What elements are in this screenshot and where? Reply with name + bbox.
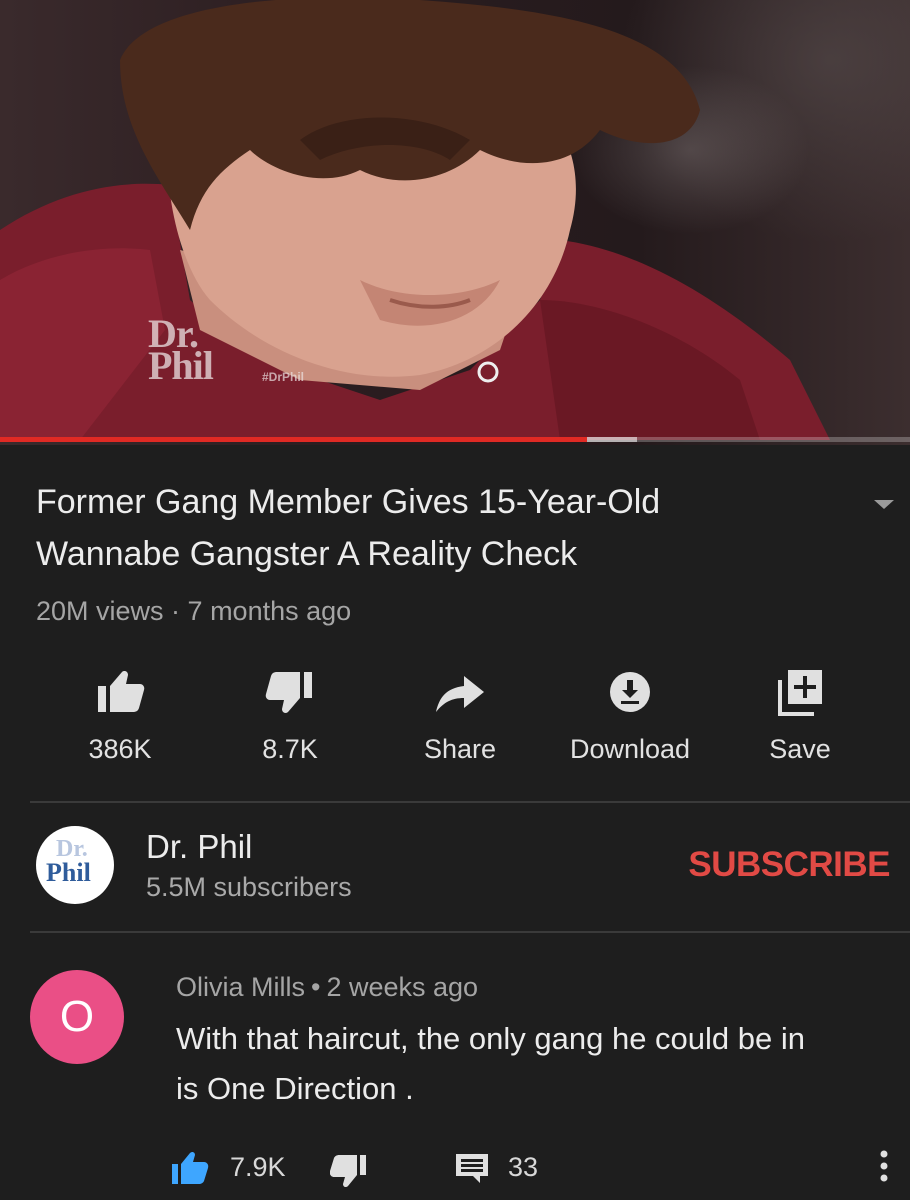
section-divider: [30, 801, 910, 803]
comment-body: With that haircut, the only gang he coul…: [176, 1014, 896, 1114]
share-icon: [436, 676, 484, 712]
video-player[interactable]: Dr. Phil #DrPhil: [0, 0, 910, 445]
dislike-count: 8.7K: [262, 734, 318, 764]
save-label: Save: [769, 734, 831, 764]
meta-separator: ·: [163, 596, 188, 626]
comment-like-count: 7.9K: [230, 1152, 286, 1182]
comment-age: 2 weeks ago: [326, 972, 479, 1002]
watermark-hashtag: #DrPhil: [262, 370, 305, 384]
comment-text-line2: is One Direction .: [176, 1071, 414, 1106]
thumb-up-icon: [98, 671, 145, 712]
comment-dislike-icon[interactable]: [330, 1153, 370, 1189]
thumb-down-icon: [265, 672, 312, 713]
channel-avatar[interactable]: Dr. Phil: [36, 826, 114, 904]
download-label: Download: [569, 734, 691, 764]
video-title-line2: Wannabe Gangster A Reality Check: [36, 535, 578, 573]
video-title[interactable]: Former Gang Member Gives 15-Year-Old Wan…: [36, 476, 816, 580]
channel-watermark-logo: Dr. Phil: [148, 314, 214, 388]
like-button[interactable]: 386K: [35, 664, 205, 774]
video-metadata: 20M views · 7 months ago: [36, 596, 351, 627]
comment-separator: •: [311, 972, 321, 1002]
progress-played: [0, 437, 587, 442]
video-progress-bar[interactable]: [0, 437, 910, 442]
commenter-avatar[interactable]: O: [30, 970, 124, 1064]
watermark-logo-line2: Phil: [148, 343, 214, 388]
video-title-line1: Former Gang Member Gives 15-Year-Old: [36, 483, 661, 521]
section-divider: [30, 931, 910, 933]
channel-avatar-line2: Phil: [46, 858, 91, 887]
save-button[interactable]: Save: [715, 664, 885, 774]
comment-reply-count: 33: [508, 1152, 539, 1182]
comment-like-icon[interactable]: [170, 1150, 210, 1186]
comment-replies-icon[interactable]: [454, 1152, 490, 1184]
share-label: Share: [423, 734, 497, 764]
like-count: 386K: [88, 734, 152, 764]
upload-age: 7 months ago: [187, 596, 352, 626]
download-icon: [610, 672, 650, 712]
comment-text-line1: With that haircut, the only gang he coul…: [176, 1021, 806, 1056]
share-button[interactable]: Share: [375, 664, 545, 774]
subscribe-button[interactable]: SUBSCRIBE: [676, 845, 890, 885]
video-frame: Dr. Phil #DrPhil: [0, 0, 910, 445]
comment-header: Olivia Mills • 2 weeks ago: [176, 972, 478, 1003]
expand-description-icon[interactable]: [874, 500, 894, 509]
dislike-button[interactable]: 8.7K: [205, 664, 375, 774]
view-count: 20M views: [36, 596, 164, 626]
more-options-icon[interactable]: [874, 1146, 894, 1186]
channel-name[interactable]: Dr. Phil: [146, 828, 252, 866]
download-button[interactable]: Download: [545, 664, 715, 774]
video-thumbnail-image: [0, 0, 830, 440]
comment-author[interactable]: Olivia Mills: [176, 972, 305, 1002]
subscriber-count: 5.5M subscribers: [146, 872, 352, 902]
save-playlist-icon: [778, 670, 822, 716]
